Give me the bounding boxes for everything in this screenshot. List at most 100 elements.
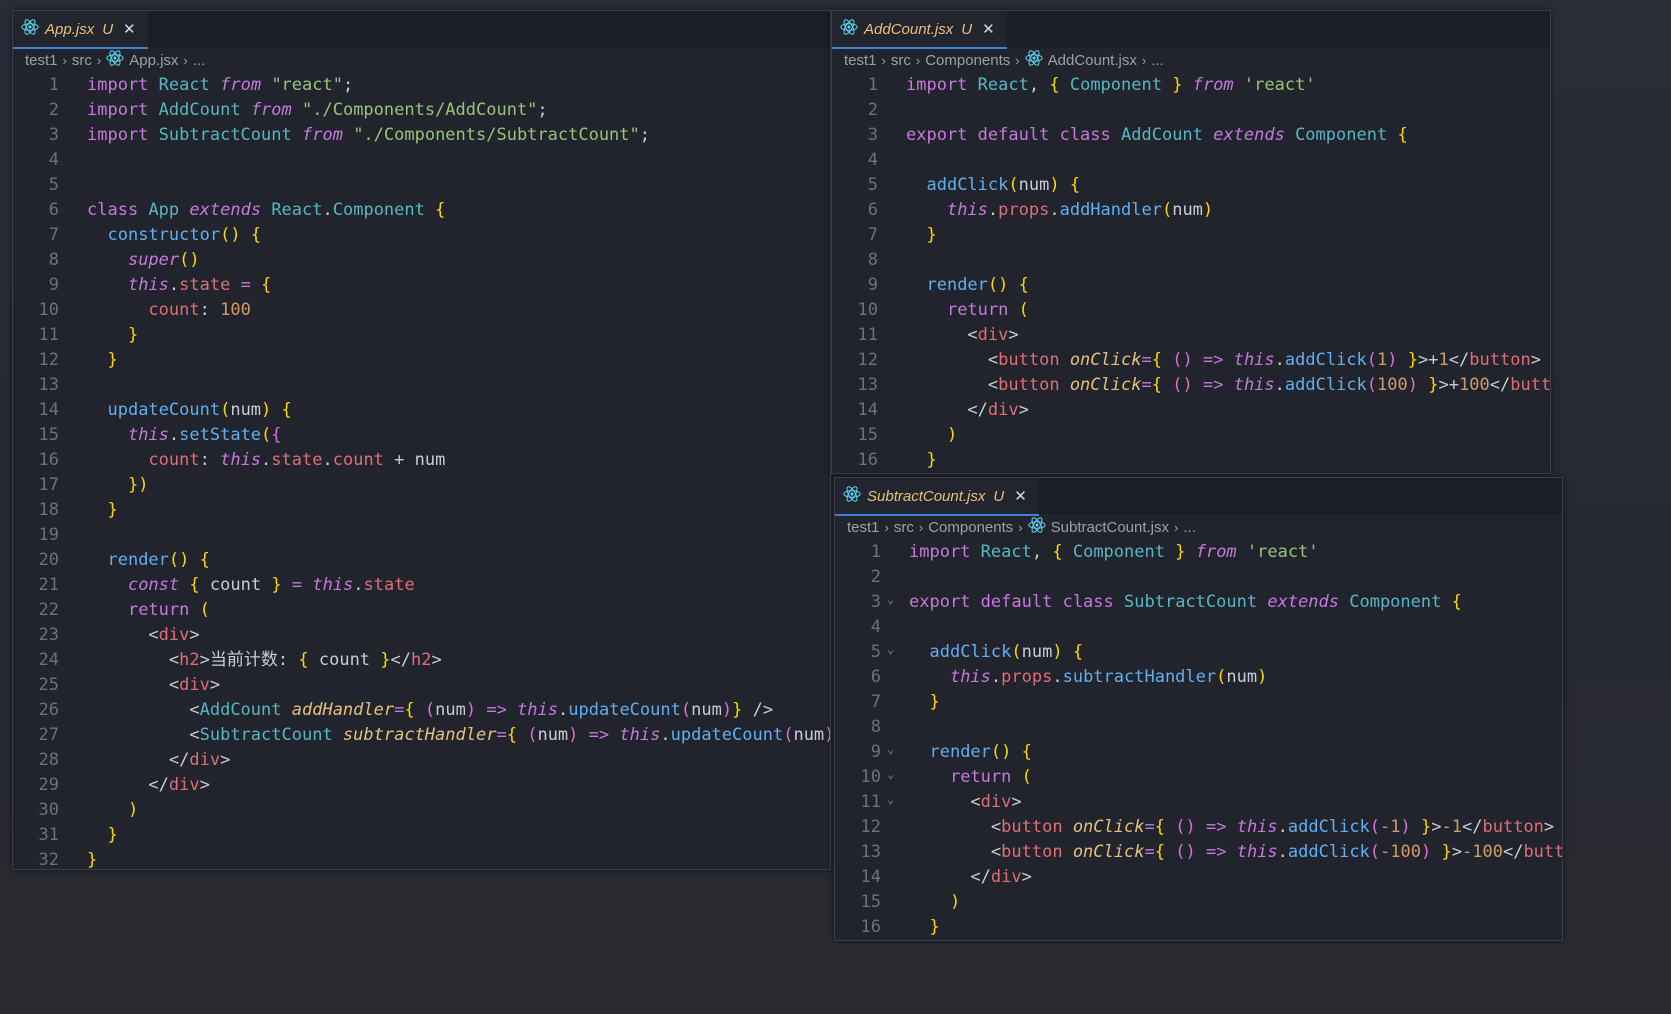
code-text: this.setState({: [127, 425, 282, 445]
code-text: import React, { Component } from 'react': [906, 75, 1316, 95]
tab-subtractcount-jsx[interactable]: SubtractCount.jsx U ✕: [835, 478, 1039, 516]
code-line[interactable]: 2: [835, 565, 1562, 590]
tab-addcount-jsx[interactable]: AddCount.jsx U ✕: [832, 11, 1007, 49]
code-line[interactable]: 13 <button onClick={ () => this.addClick…: [832, 373, 1550, 398]
breadcrumb-item[interactable]: src: [891, 52, 911, 69]
code-line[interactable]: 10 count: 100: [13, 298, 830, 323]
code-line[interactable]: 20 render() {: [13, 548, 830, 573]
breadcrumb-item[interactable]: SubtractCount.jsx: [1051, 519, 1169, 536]
code-editor[interactable]: 1 import React, { Component } from 'react…: [832, 73, 1550, 474]
code-line[interactable]: 1 import React from "react";: [13, 73, 830, 98]
code-line[interactable]: 16 }: [832, 448, 1550, 473]
code-line[interactable]: 31 }: [13, 823, 830, 848]
code-line[interactable]: 11 <div>: [832, 323, 1550, 348]
code-line[interactable]: 2 import AddCount from "./Components/AddC…: [13, 98, 830, 123]
fold-chevron-icon[interactable]: ⌄: [887, 737, 894, 762]
code-line[interactable]: 8: [832, 248, 1550, 273]
code-line[interactable]: 10 return (: [832, 298, 1550, 323]
close-icon[interactable]: ✕: [982, 20, 995, 38]
code-line[interactable]: 21 const { count } = this.state: [13, 573, 830, 598]
breadcrumb-item[interactable]: Components: [925, 52, 1010, 69]
breadcrumb-item[interactable]: src: [894, 519, 914, 536]
code-line[interactable]: 5: [13, 173, 830, 198]
breadcrumb-item[interactable]: App.jsx: [129, 52, 178, 69]
code-line[interactable]: 9 render() {: [832, 273, 1550, 298]
close-icon[interactable]: ✕: [1014, 487, 1027, 505]
editor-panel-app: App.jsx U ✕ test1 › src › App.jsx ›... 1 impor…: [12, 10, 831, 870]
code-line[interactable]: 23 <div>: [13, 623, 830, 648]
code-line[interactable]: 9 ⌄ render() {: [835, 740, 1562, 765]
code-line[interactable]: 15 ): [835, 890, 1562, 915]
line-number: 13: [860, 842, 881, 862]
breadcrumb-item[interactable]: test1: [847, 519, 880, 536]
code-line[interactable]: 16 }: [835, 915, 1562, 940]
code-line[interactable]: 26 <AddCount addHandler={ (num) => this.…: [13, 698, 830, 723]
code-editor[interactable]: 1 import React from "react"; 2 import AddCo…: [13, 73, 830, 869]
code-line[interactable]: 5 ⌄ addClick(num) {: [835, 640, 1562, 665]
code-line[interactable]: 8: [835, 715, 1562, 740]
code-line[interactable]: 6 this.props.subtractHandler(num): [835, 665, 1562, 690]
code-line[interactable]: 3 ⌄ export default class SubtractCount ext…: [835, 590, 1562, 615]
code-line[interactable]: 24 <h2>当前计数: { count }</h2>: [13, 648, 830, 673]
fold-chevron-icon[interactable]: ⌄: [887, 762, 894, 787]
code-line[interactable]: 12 <button onClick={ () => this.addClick…: [835, 815, 1562, 840]
code-line[interactable]: 30 ): [13, 798, 830, 823]
code-line[interactable]: 2: [832, 98, 1550, 123]
breadcrumb-item[interactable]: test1: [25, 52, 58, 69]
code-line[interactable]: 15 ): [832, 423, 1550, 448]
code-line[interactable]: 17}: [835, 940, 1562, 941]
code-line[interactable]: 32}: [13, 848, 830, 869]
code-line[interactable]: 29 </div>: [13, 773, 830, 798]
code-line[interactable]: 13: [13, 373, 830, 398]
close-icon[interactable]: ✕: [123, 20, 136, 38]
fold-chevron-icon[interactable]: ⌄: [887, 787, 894, 812]
fold-chevron-icon[interactable]: ⌄: [887, 637, 894, 662]
code-line[interactable]: 7 }: [832, 223, 1550, 248]
code-line[interactable]: 15 this.setState({: [13, 423, 830, 448]
code-line[interactable]: 4: [832, 148, 1550, 173]
code-line[interactable]: 14 updateCount(num) {: [13, 398, 830, 423]
code-line[interactable]: 7 }: [835, 690, 1562, 715]
code-line[interactable]: 25 <div>: [13, 673, 830, 698]
code-text: class App extends React.Component {: [87, 200, 446, 220]
code-line[interactable]: 1 import React, { Component } from 'react…: [835, 540, 1562, 565]
code-line[interactable]: 10 ⌄ return (: [835, 765, 1562, 790]
code-line[interactable]: 1 import React, { Component } from 'react…: [832, 73, 1550, 98]
code-line[interactable]: 28 </div>: [13, 748, 830, 773]
code-line[interactable]: 17}: [832, 473, 1550, 474]
code-line[interactable]: 6 this.props.addHandler(num): [832, 198, 1550, 223]
breadcrumb-item[interactable]: src: [72, 52, 92, 69]
tab-app-jsx[interactable]: App.jsx U ✕: [13, 11, 148, 49]
code-line[interactable]: 3 import SubtractCount from "./Components…: [13, 123, 830, 148]
code-line[interactable]: 4: [835, 615, 1562, 640]
fold-chevron-icon[interactable]: ⌄: [887, 587, 894, 612]
breadcrumb-item[interactable]: ...: [1183, 519, 1196, 536]
code-line[interactable]: 19: [13, 523, 830, 548]
code-line[interactable]: 14 </div>: [835, 865, 1562, 890]
breadcrumb-item[interactable]: AddCount.jsx: [1048, 52, 1137, 69]
code-line[interactable]: 12 }: [13, 348, 830, 373]
code-line[interactable]: 4: [13, 148, 830, 173]
breadcrumb-item[interactable]: test1: [844, 52, 877, 69]
code-line[interactable]: 5 addClick(num) {: [832, 173, 1550, 198]
code-line[interactable]: 18 }: [13, 498, 830, 523]
code-line[interactable]: 14 </div>: [832, 398, 1550, 423]
chevron-right-icon: ›: [881, 52, 886, 68]
code-line[interactable]: 17 }): [13, 473, 830, 498]
code-line[interactable]: 11 }: [13, 323, 830, 348]
code-editor[interactable]: 1 import React, { Component } from 'react…: [835, 540, 1562, 941]
code-line[interactable]: 13 <button onClick={ () => this.addClick…: [835, 840, 1562, 865]
code-line[interactable]: 27 <SubtractCount subtractHandler={ (num…: [13, 723, 830, 748]
code-line[interactable]: 11 ⌄ <div>: [835, 790, 1562, 815]
code-line[interactable]: 22 return (: [13, 598, 830, 623]
code-line[interactable]: 6 class App extends React.Component {: [13, 198, 830, 223]
breadcrumb-item[interactable]: ...: [1151, 52, 1164, 69]
breadcrumb-item[interactable]: Components: [928, 519, 1013, 536]
code-line[interactable]: 12 <button onClick={ () => this.addClick…: [832, 348, 1550, 373]
code-line[interactable]: 7 constructor() {: [13, 223, 830, 248]
code-line[interactable]: 3 export default class AddCount extends C…: [832, 123, 1550, 148]
code-line[interactable]: 9 this.state = {: [13, 273, 830, 298]
breadcrumb-item[interactable]: ...: [193, 52, 206, 69]
code-line[interactable]: 16 count: this.state.count + num: [13, 448, 830, 473]
code-line[interactable]: 8 super(): [13, 248, 830, 273]
